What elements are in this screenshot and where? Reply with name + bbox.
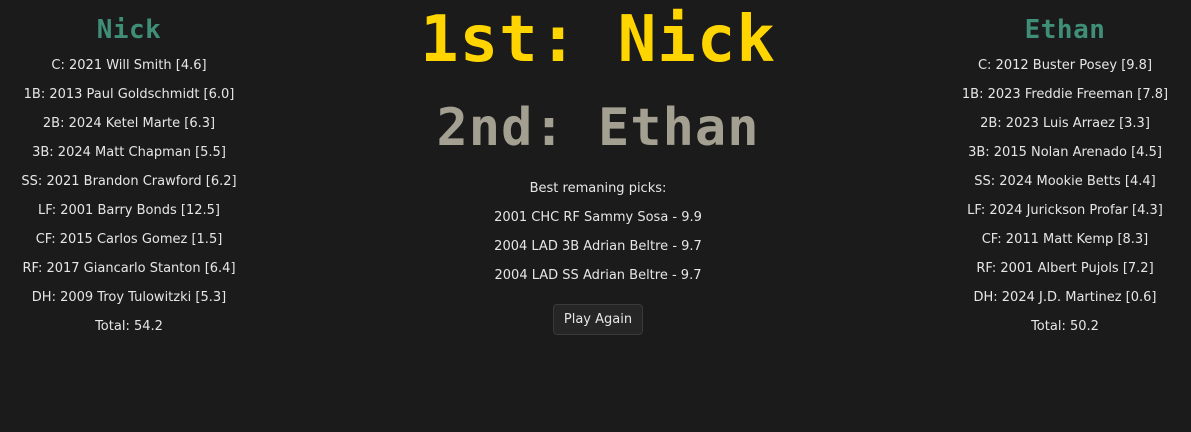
second-place-heading: 2nd: Ethan [436,98,760,158]
best-pick-item: 2004 LAD 3B Adrian Beltre - 9.7 [494,239,702,254]
results-page: Nick C: 2021 Will Smith [4.6] 1B: 2013 P… [0,0,1191,432]
roster-item: SS: 2021 Brandon Crawford [6.2] [21,174,237,189]
right-player-panel: Ethan C: 2012 Buster Posey [9.8] 1B: 202… [915,12,1191,341]
roster-item: CF: 2015 Carlos Gomez [1.5] [35,232,223,247]
roster-item: 1B: 2013 Paul Goldschmidt [6.0] [23,87,235,102]
right-player-roster: C: 2012 Buster Posey [9.8] 1B: 2023 Fred… [915,51,1191,312]
roster-item: LF: 2001 Barry Bonds [12.5] [38,203,220,218]
roster-item: C: 2012 Buster Posey [9.8] [977,58,1153,73]
roster-item: 3B: 2024 Matt Chapman [5.5] [32,145,226,160]
play-again-button[interactable]: Play Again [552,304,644,335]
roster-item: SS: 2024 Mookie Betts [4.4] [974,174,1156,189]
roster-item: RF: 2017 Giancarlo Stanton [6.4] [22,261,236,276]
left-player-roster: C: 2021 Will Smith [4.6] 1B: 2013 Paul G… [0,51,279,312]
roster-item: 3B: 2015 Nolan Arenado [4.5] [968,145,1162,160]
left-player-panel: Nick C: 2021 Will Smith [4.6] 1B: 2013 P… [0,12,279,341]
roster-item: 1B: 2023 Freddie Freeman [7.8] [961,87,1169,102]
best-picks-section: Best remaning picks: 2001 CHC RF Sammy S… [398,174,798,290]
roster-item: DH: 2024 J.D. Martinez [0.6] [973,290,1157,305]
roster-item: 2B: 2024 Ketel Marte [6.3] [42,116,216,131]
roster-item: CF: 2011 Matt Kemp [8.3] [981,232,1149,247]
roster-item: 2B: 2023 Luis Arraez [3.3] [980,116,1150,131]
first-place-heading: 1st: Nick [420,3,776,77]
roster-item: RF: 2001 Albert Pujols [7.2] [976,261,1154,276]
roster-item: DH: 2009 Troy Tulowitzki [5.3] [31,290,227,305]
best-pick-item: 2004 LAD SS Adrian Beltre - 9.7 [494,268,702,283]
right-player-total: Total: 50.2 [1031,319,1099,334]
best-picks-title: Best remaning picks: [529,181,667,196]
roster-item: LF: 2024 Jurickson Profar [4.3] [967,203,1163,218]
roster-item: C: 2021 Will Smith [4.6] [51,58,207,73]
best-picks-list: 2001 CHC RF Sammy Sosa - 9.9 2004 LAD 3B… [398,203,798,290]
best-pick-item: 2001 CHC RF Sammy Sosa - 9.9 [494,210,702,225]
results-panel: 1st: Nick 2nd: Ethan Best remaning picks… [398,0,798,335]
left-player-name: Nick [96,15,162,45]
left-player-total: Total: 54.2 [95,319,163,334]
right-player-name: Ethan [1024,15,1106,45]
